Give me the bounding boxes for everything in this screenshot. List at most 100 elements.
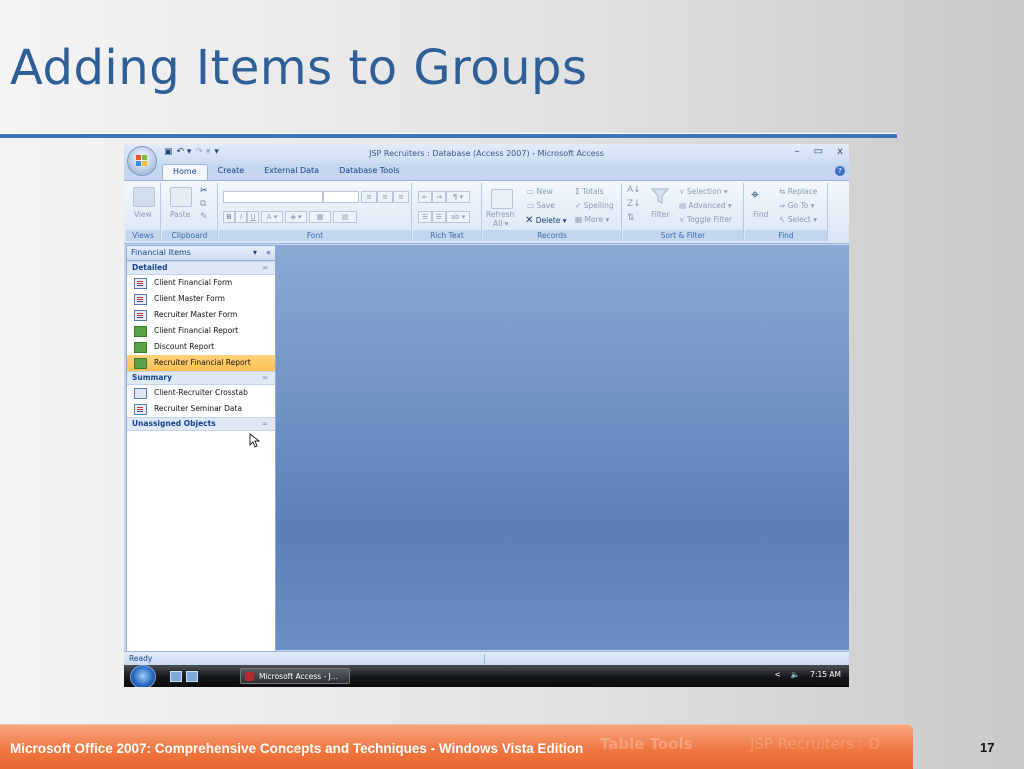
- collapse-icon[interactable]: ≈: [262, 262, 268, 274]
- help-icon[interactable]: ?: [835, 166, 845, 176]
- close-button[interactable]: x: [837, 146, 843, 157]
- toggle-filter-icon: ⋎: [679, 215, 685, 224]
- group-header-summary[interactable]: Summary ≈: [127, 371, 275, 385]
- nav-dropdown-icon[interactable]: ▾: [253, 246, 257, 260]
- view-icon[interactable]: [133, 187, 155, 207]
- font-size-box[interactable]: [323, 191, 359, 203]
- group-label-records: Records: [483, 230, 621, 241]
- replace-button[interactable]: ⇆ Replace: [779, 187, 817, 196]
- item-label: Discount Report: [154, 342, 215, 351]
- copy-icon[interactable]: ⧉: [200, 199, 206, 209]
- list-item[interactable]: Discount Report: [127, 339, 275, 355]
- clear-sort-icon[interactable]: ⇅: [627, 213, 635, 223]
- office-button[interactable]: [127, 146, 157, 176]
- toggle-filter-button[interactable]: ⋎ Toggle Filter: [679, 215, 732, 224]
- switch-windows-icon[interactable]: [186, 671, 198, 682]
- nav-pane-header[interactable]: Financial Items ▾ «: [127, 246, 275, 261]
- list-item[interactable]: Client Financial Report: [127, 323, 275, 339]
- item-label: Client-Recruiter Crosstab: [154, 388, 248, 397]
- group-views: View Views: [126, 183, 161, 241]
- more-button[interactable]: ▦ More ▾: [575, 215, 609, 224]
- ribbon-tabs: Home Create External Data Database Tools: [162, 164, 409, 181]
- font-color-icon[interactable]: A ▾: [261, 211, 283, 223]
- list-item[interactable]: Client Master Form: [127, 291, 275, 307]
- list-item[interactable]: Client Financial Form: [127, 275, 275, 291]
- tray-expand-icon[interactable]: <: [775, 670, 781, 679]
- paragraph-direction-icon[interactable]: ¶ ▾: [446, 191, 470, 203]
- spelling-button[interactable]: ✓ Spelling: [575, 201, 614, 210]
- view-button[interactable]: View: [134, 210, 152, 219]
- italic-icon[interactable]: I: [235, 211, 247, 223]
- goto-button[interactable]: ⇒ Go To ▾: [779, 201, 815, 210]
- volume-icon[interactable]: 🔈: [791, 670, 800, 679]
- font-name-box[interactable]: [223, 191, 323, 203]
- decrease-indent-icon[interactable]: ⇤: [418, 191, 432, 203]
- cut-icon[interactable]: ✂: [200, 186, 208, 196]
- highlight-icon[interactable]: ab ▾: [446, 211, 470, 223]
- expand-icon[interactable]: ≈: [262, 418, 268, 430]
- selection-button[interactable]: ⋎ Selection ▾: [679, 187, 728, 196]
- list-item[interactable]: Recruiter Seminar Data: [127, 401, 275, 417]
- clock[interactable]: 7:15 AM: [810, 670, 841, 679]
- group-sort-filter: A↓ Z↓ ⇅ Filter ⋎ Selection ▾ ▤ Advanced …: [623, 183, 744, 241]
- list-item[interactable]: Recruiter Master Form: [127, 307, 275, 323]
- select-button[interactable]: ↖ Select ▾: [779, 215, 817, 224]
- align-left-icon[interactable]: ≡: [361, 191, 377, 203]
- find-button[interactable]: Find: [753, 210, 768, 219]
- access-screenshot: ▣ ↶ ▾ ↷ ▾ ▾ JSP Recruiters : Database (A…: [124, 144, 849, 687]
- replace-icon: ⇆: [779, 187, 786, 196]
- show-desktop-icon[interactable]: [170, 671, 182, 682]
- group-name: Unassigned Objects: [132, 419, 216, 428]
- refresh-icon[interactable]: [491, 189, 513, 209]
- group-label-font: Font: [219, 230, 411, 241]
- more-label: More ▾: [584, 215, 610, 224]
- form-icon: [134, 294, 147, 305]
- taskbar-button-access[interactable]: Microsoft Access - J...: [240, 668, 350, 684]
- collapse-icon[interactable]: ≈: [262, 372, 268, 384]
- refresh-button[interactable]: Refresh: [486, 210, 514, 219]
- advanced-button[interactable]: ▤ Advanced ▾: [679, 201, 732, 210]
- group-header-detailed[interactable]: Detailed ≈: [127, 261, 275, 275]
- list-item-selected[interactable]: Recruiter Financial Report: [127, 355, 275, 371]
- underline-icon[interactable]: U: [247, 211, 259, 223]
- footer-watermark-text: Table Tools: [600, 735, 693, 753]
- tab-create[interactable]: Create: [208, 164, 255, 180]
- new-record-button[interactable]: ▭ New: [527, 187, 553, 196]
- group-header-unassigned[interactable]: Unassigned Objects ≈: [127, 417, 275, 431]
- restore-button[interactable]: ▭: [814, 146, 823, 157]
- bullets-icon[interactable]: ☰: [432, 211, 446, 223]
- align-center-icon[interactable]: ≡: [377, 191, 393, 203]
- status-text: Ready: [129, 654, 153, 663]
- select-icon: ↖: [779, 215, 786, 224]
- save-record-button[interactable]: ▭ Save: [527, 201, 555, 210]
- delete-record-button[interactable]: ✕ Delete ▾: [525, 215, 567, 226]
- bold-icon[interactable]: B: [223, 211, 235, 223]
- list-item[interactable]: Client-Recruiter Crosstab: [127, 385, 275, 401]
- window-titlebar: ▣ ↶ ▾ ↷ ▾ ▾ JSP Recruiters : Database (A…: [124, 144, 849, 164]
- form-icon: [134, 278, 147, 289]
- system-tray: < 🔈 7:15 AM: [775, 670, 841, 679]
- filter-icon[interactable]: [650, 187, 670, 205]
- minimize-button[interactable]: –: [795, 146, 800, 157]
- numbering-icon[interactable]: ☰: [418, 211, 432, 223]
- binoculars-icon[interactable]: ⌖: [751, 187, 759, 203]
- tab-home[interactable]: Home: [162, 164, 208, 181]
- page-number: 17: [980, 740, 995, 755]
- paste-icon[interactable]: [170, 187, 192, 207]
- paste-button[interactable]: Paste: [170, 210, 190, 219]
- align-right-icon[interactable]: ≡: [393, 191, 409, 203]
- shutter-bar-close-icon[interactable]: «: [266, 246, 271, 260]
- filter-button[interactable]: Filter: [651, 210, 670, 219]
- gridlines-icon[interactable]: ▦: [309, 211, 331, 223]
- totals-button[interactable]: Σ Totals: [575, 187, 604, 196]
- fill-color-icon[interactable]: ◈ ▾: [285, 211, 307, 223]
- sort-ascending-icon[interactable]: A↓: [627, 185, 641, 195]
- sort-descending-icon[interactable]: Z↓: [627, 199, 641, 209]
- increase-indent-icon[interactable]: ⇥: [432, 191, 446, 203]
- item-label: Recruiter Master Form: [154, 310, 238, 319]
- alternate-fill-icon[interactable]: ▤: [333, 211, 357, 223]
- start-button[interactable]: [130, 665, 156, 687]
- format-painter-icon[interactable]: ✎: [200, 212, 208, 222]
- tab-external-data[interactable]: External Data: [254, 164, 329, 180]
- tab-database-tools[interactable]: Database Tools: [329, 164, 409, 180]
